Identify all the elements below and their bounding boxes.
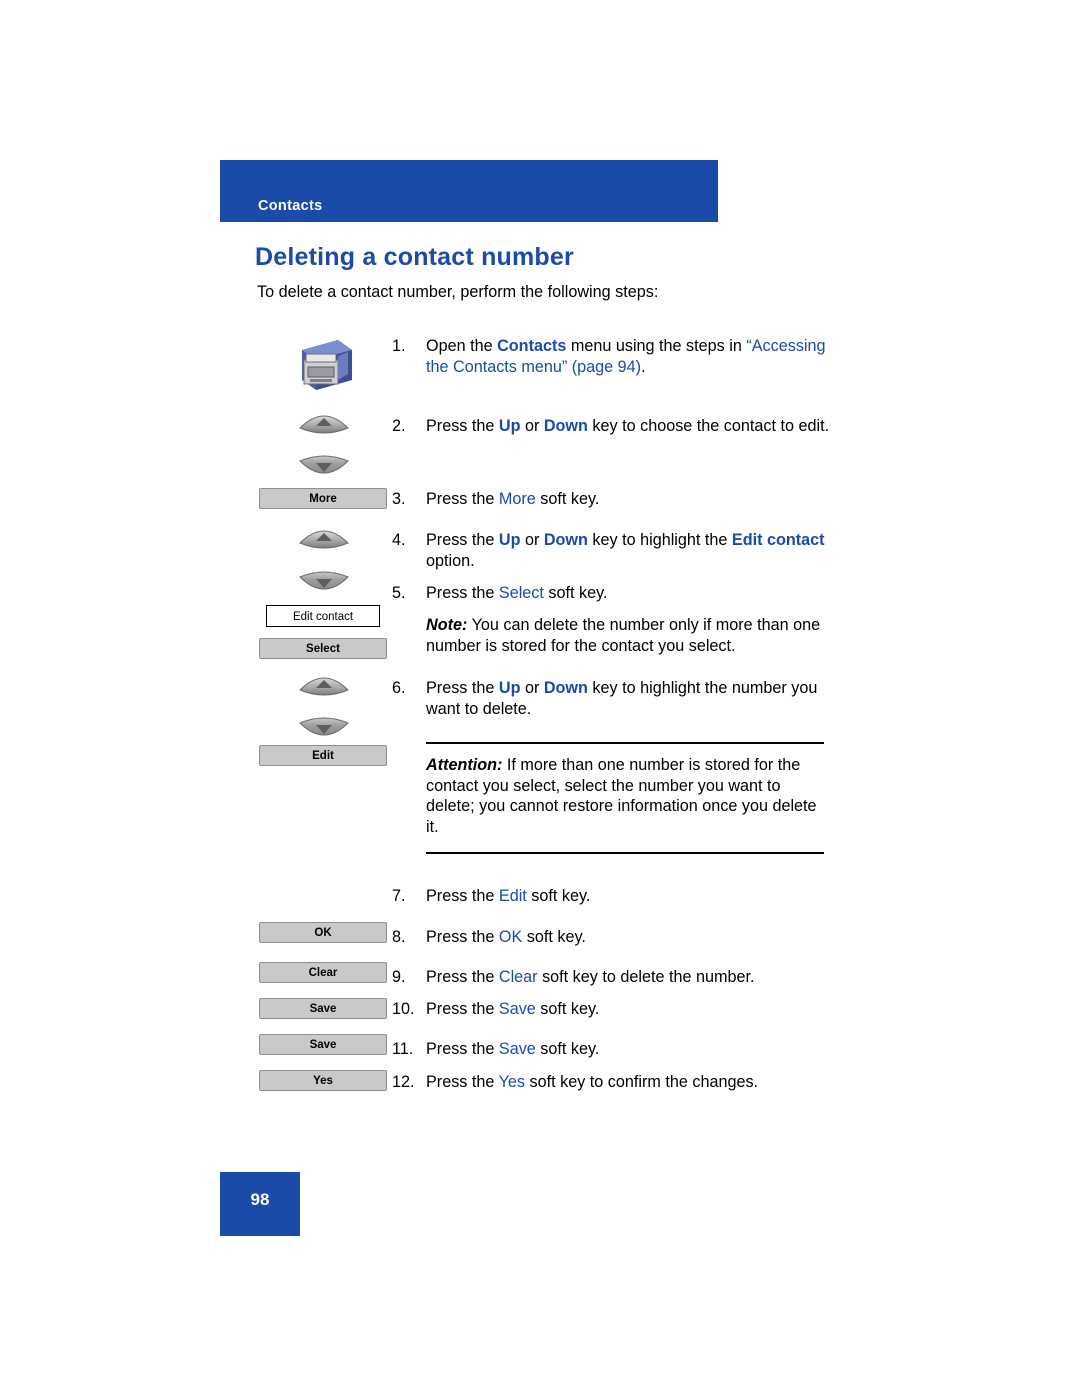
softkey-edit[interactable]: Edit bbox=[259, 745, 387, 766]
step-5: 5. Press the Select soft key. bbox=[392, 583, 832, 604]
softkey-yes[interactable]: Yes bbox=[259, 1070, 387, 1091]
page-header-bar: Contacts bbox=[220, 160, 718, 222]
step-1: 1. Open the Contacts menu using the step… bbox=[392, 336, 832, 377]
step-6-number: 6. bbox=[392, 679, 406, 697]
step-11: 11. Press the Save soft key. bbox=[392, 1039, 832, 1060]
step-12: 12. Press the Yes soft key to confirm th… bbox=[392, 1072, 832, 1093]
step-8: 8. Press the OK soft key. bbox=[392, 927, 832, 948]
attention-rule-top bbox=[426, 742, 824, 744]
step-3-text: Press the More soft key. bbox=[426, 490, 600, 508]
step-5-number: 5. bbox=[392, 584, 406, 602]
softkey-clear[interactable]: Clear bbox=[259, 962, 387, 983]
step-12-number: 12. bbox=[392, 1073, 415, 1091]
nav-down-key-icon bbox=[296, 565, 352, 599]
step-4-number: 4. bbox=[392, 531, 406, 549]
step-11-number: 11. bbox=[392, 1040, 414, 1058]
step-6-text: Press the Up or Down key to highlight th… bbox=[426, 679, 818, 718]
step-9-text: Press the Clear soft key to delete the n… bbox=[426, 968, 755, 986]
attention-lead: Attention: bbox=[426, 756, 503, 774]
nav-down-key-icon bbox=[296, 711, 352, 745]
softkey-more[interactable]: More bbox=[259, 488, 387, 509]
step-10-number: 10. bbox=[392, 1000, 415, 1018]
attention-rule-bottom bbox=[426, 852, 824, 854]
step-12-text: Press the Yes soft key to confirm the ch… bbox=[426, 1073, 759, 1091]
step-5-text: Press the Select soft key. bbox=[426, 584, 608, 602]
step-2: 2. Press the Up or Down key to choose th… bbox=[392, 416, 832, 437]
step-1-text: Open the Contacts menu using the steps i… bbox=[426, 337, 826, 376]
softkey-save-1[interactable]: Save bbox=[259, 998, 387, 1019]
step-2-text: Press the Up or Down key to choose the c… bbox=[426, 417, 830, 435]
page-number: 98 bbox=[250, 1190, 270, 1209]
attention-block: Attention: If more than one number is st… bbox=[426, 755, 826, 837]
step-8-number: 8. bbox=[392, 928, 406, 946]
intro-text: To delete a contact number, perform the … bbox=[257, 283, 659, 301]
step-10-text: Press the Save soft key. bbox=[426, 1000, 600, 1018]
step-9: 9. Press the Clear soft key to delete th… bbox=[392, 967, 832, 988]
step-6: 6. Press the Up or Down key to highlight… bbox=[392, 678, 832, 719]
nav-up-key-icon bbox=[296, 521, 352, 555]
softkey-save-2[interactable]: Save bbox=[259, 1034, 387, 1055]
header-chapter-label: Contacts bbox=[258, 198, 323, 214]
menu-item-edit-contact[interactable]: Edit contact bbox=[266, 605, 380, 627]
step-8-text: Press the OK soft key. bbox=[426, 928, 586, 946]
step-11-text: Press the Save soft key. bbox=[426, 1040, 600, 1058]
step-7: 7. Press the Edit soft key. bbox=[392, 886, 832, 907]
step-3-number: 3. bbox=[392, 490, 406, 508]
step-7-number: 7. bbox=[392, 887, 406, 905]
step-10: 10. Press the Save soft key. bbox=[392, 999, 832, 1020]
step-9-number: 9. bbox=[392, 968, 406, 986]
note-block: Note: You can delete the number only if … bbox=[426, 615, 826, 656]
step-3: 3. Press the More soft key. bbox=[392, 489, 832, 510]
page-title: Deleting a contact number bbox=[255, 243, 574, 271]
step-4: 4. Press the Up or Down key to highlight… bbox=[392, 530, 832, 571]
step-1-number: 1. bbox=[392, 337, 406, 355]
step-4-text: Press the Up or Down key to highlight th… bbox=[426, 531, 825, 570]
page-number-box: 98 bbox=[220, 1172, 300, 1236]
nav-up-key-icon bbox=[296, 406, 352, 440]
step-2-number: 2. bbox=[392, 417, 406, 435]
note-text: You can delete the number only if more t… bbox=[426, 616, 821, 655]
contacts-directory-icon bbox=[292, 334, 358, 394]
softkey-ok[interactable]: OK bbox=[259, 922, 387, 943]
step-7-text: Press the Edit soft key. bbox=[426, 887, 591, 905]
softkey-select[interactable]: Select bbox=[259, 638, 387, 659]
note-lead: Note: bbox=[426, 616, 468, 634]
nav-up-key-icon bbox=[296, 668, 352, 702]
nav-down-key-icon bbox=[296, 449, 352, 483]
